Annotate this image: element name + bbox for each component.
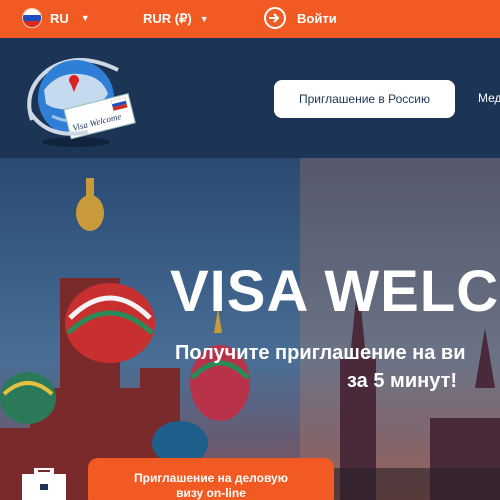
globe-logo-icon[interactable]: Visa Welcome: [18, 50, 140, 150]
russia-flag-icon: [22, 8, 42, 28]
hero-subtitle-line2: за 5 минут!: [347, 370, 458, 392]
login-link[interactable]: Войти: [263, 6, 337, 30]
login-icon: [264, 7, 286, 29]
site-header: Visa Welcome Приглашение в Россию Мед: [0, 38, 500, 158]
hero-banner: VISA WELC Получите приглашение на ви за …: [0, 158, 500, 500]
hero-title: VISA WELC: [170, 259, 500, 324]
nav-item-medical[interactable]: Мед: [478, 91, 500, 105]
hero-background-image: [0, 158, 500, 500]
chevron-down-icon: ▼: [80, 13, 90, 23]
nav-invitation-russia-button[interactable]: Приглашение в Россию: [274, 80, 455, 118]
currency-selector[interactable]: RUR (₽) ▼: [143, 11, 209, 27]
cta-line2: визу on-line: [176, 486, 246, 500]
login-label: Войти: [297, 10, 337, 26]
top-bar: RU ▼ RUR (₽) ▼ Войти: [0, 0, 500, 38]
language-selector[interactable]: RU ▼: [22, 8, 90, 28]
cta-line1: Приглашение на деловую: [134, 471, 288, 485]
chevron-down-icon: ▼: [199, 14, 209, 24]
briefcase-icon: [22, 468, 66, 500]
language-label: RU: [50, 10, 69, 26]
business-visa-invitation-button[interactable]: Приглашение на деловую визу on-line: [88, 458, 334, 500]
hero-subtitle-line1: Получите приглашение на ви: [175, 342, 466, 364]
currency-label: RUR (₽): [143, 11, 192, 26]
